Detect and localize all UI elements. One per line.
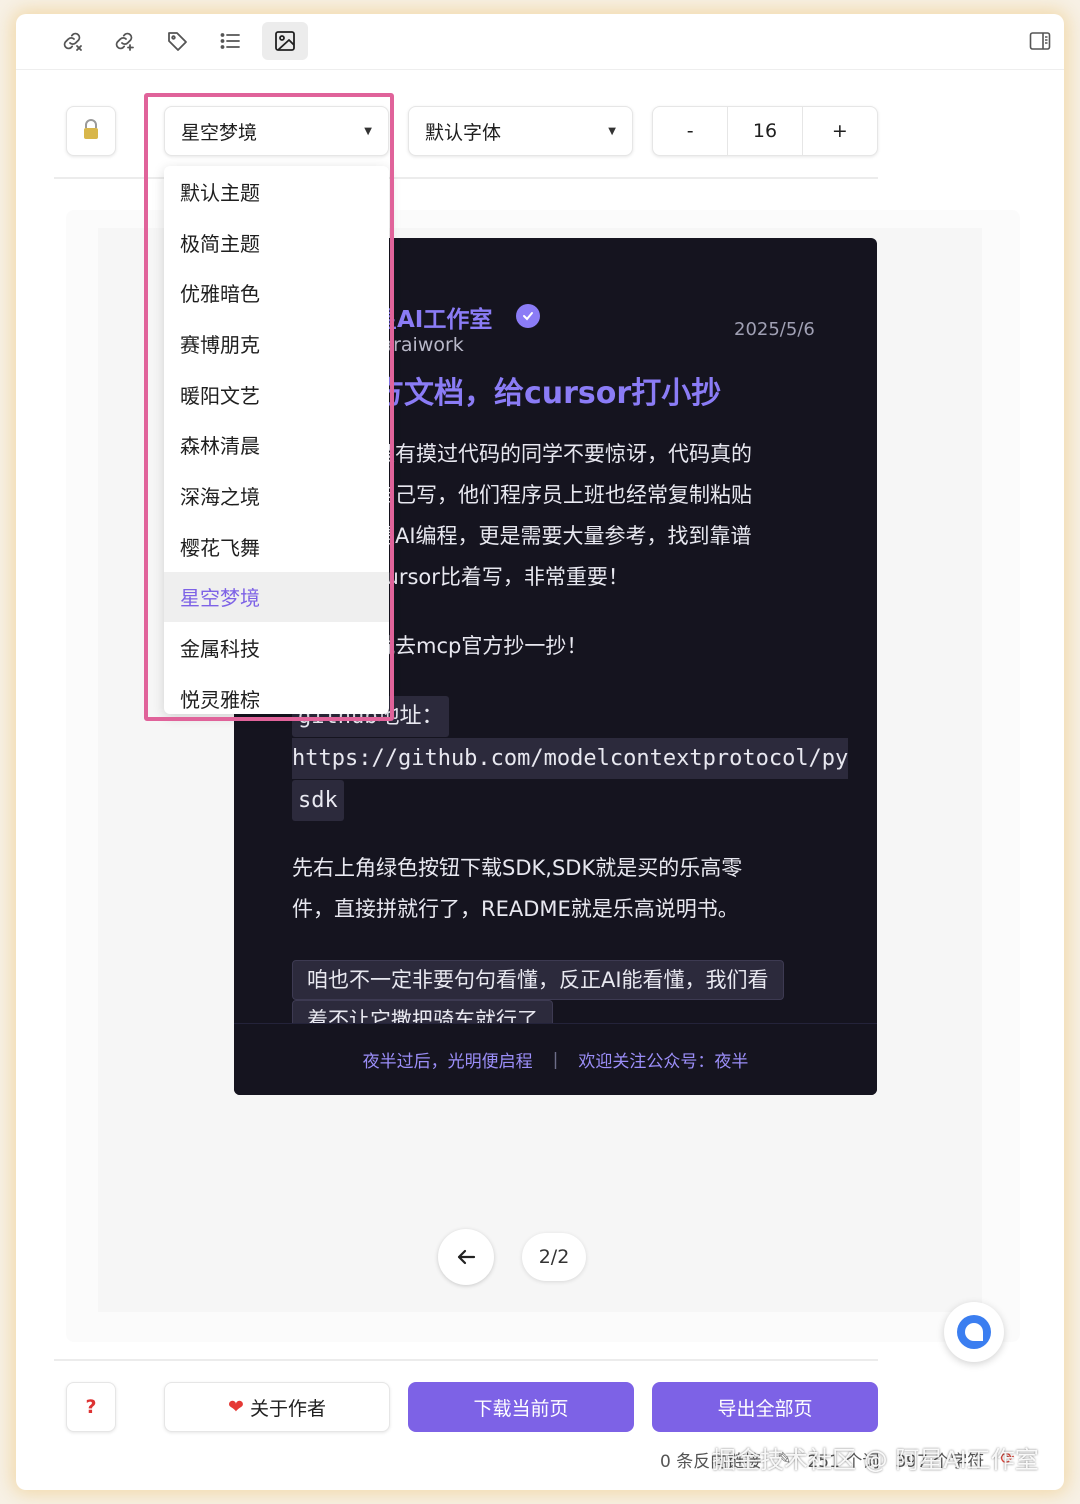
about-author-button[interactable]: ❤ 关于作者 xyxy=(164,1382,390,1432)
theme-option[interactable]: 默认主题 xyxy=(164,166,389,217)
theme-option[interactable]: 悦灵雅棕 xyxy=(164,673,389,714)
theme-option[interactable]: 赛博朋克 xyxy=(164,318,389,369)
card-footer: 夜半过后，光明便启程 | 欢迎关注公众号：夜半 xyxy=(234,1023,877,1095)
theme-option[interactable]: 金属科技 xyxy=(164,622,389,673)
font-select-value: 默认字体 xyxy=(425,121,502,144)
theme-option[interactable]: 优雅暗色 xyxy=(164,267,389,318)
chevron-down-icon: ▼ xyxy=(364,125,372,137)
download-current-page-button[interactable]: 下载当前页 xyxy=(408,1382,634,1432)
font-size-stepper: - 16 + xyxy=(652,106,878,156)
list-icon[interactable] xyxy=(210,22,250,60)
chat-bubble-icon xyxy=(957,1315,991,1349)
unlink-icon[interactable] xyxy=(104,22,144,60)
app-window: 星空梦境 ▼ 默认字体 ▼ - 16 + 星AI工作室 taraiwork 20… xyxy=(16,14,1064,1490)
chevron-down-icon: ▼ xyxy=(608,125,616,137)
theme-option[interactable]: 深海之境 xyxy=(164,470,389,521)
card-paragraph-line: 没有摸过代码的同学不要惊讶，代码真的 xyxy=(374,442,752,466)
arrow-left-icon xyxy=(457,1249,476,1265)
card-title: 方文档，给cursor打小抄 xyxy=(374,376,722,411)
card-footer-separator: | xyxy=(552,1049,559,1070)
card-footer-left: 夜半过后，光明便启程 xyxy=(362,1052,533,1072)
font-size-value[interactable]: 16 xyxy=(728,107,801,155)
theme-option[interactable]: 暖阳文艺 xyxy=(164,369,389,420)
about-author-label: 关于作者 xyxy=(249,1397,326,1420)
card-paragraph-line: 先右上角绿色按钮下载SDK,SDK就是买的乐高零 xyxy=(292,856,743,880)
top-toolbar xyxy=(16,14,1064,70)
link-icon[interactable] xyxy=(52,22,92,60)
export-all-pages-button[interactable]: 导出全部页 xyxy=(652,1382,878,1432)
code-link: https://github.com/modelcontextprotocol/… xyxy=(292,738,849,779)
card-footer-right: 欢迎关注公众号：夜半 xyxy=(578,1052,749,1072)
heart-icon: ❤ xyxy=(228,1396,244,1418)
theme-dropdown-menu: 默认主题 极简主题 优雅暗色 赛博朋克 暖阳文艺 森林清晨 深海之境 樱花飞舞 … xyxy=(164,166,389,714)
page-indicator: 2/2 xyxy=(522,1233,586,1281)
verified-icon xyxy=(516,304,540,328)
code-inline: sdk xyxy=(292,780,344,821)
theme-option-selected[interactable]: 星空梦境 xyxy=(164,571,389,623)
tag-icon[interactable] xyxy=(158,22,198,60)
prev-page-button[interactable] xyxy=(438,1229,494,1285)
card-paragraph-line: 就去mcp官方抄一抄！ xyxy=(374,634,588,658)
card-paragraph-line: 是AI编程，更是需要大量参考，找到靠谱 xyxy=(374,524,752,548)
theme-option[interactable]: 樱花飞舞 xyxy=(164,521,389,572)
lock-button[interactable] xyxy=(66,106,116,156)
increase-button[interactable]: + xyxy=(801,107,877,155)
card-quote-line: 咱也不一定非要句句看懂，反正AI能看懂，我们看 xyxy=(292,960,784,1000)
lock-icon xyxy=(81,118,101,145)
card-author: 星AI工作室 xyxy=(374,307,493,333)
card-date: 2025/5/6 xyxy=(734,319,815,340)
watermark-text: 掘金技术社区 @ 阿星AI工作室 xyxy=(712,1446,1039,1474)
chat-float-button[interactable] xyxy=(944,1302,1004,1362)
theme-option[interactable]: 极简主题 xyxy=(164,217,389,268)
font-select[interactable]: 默认字体 ▼ xyxy=(408,106,633,156)
theme-option[interactable]: 森林清晨 xyxy=(164,419,389,470)
card-paragraph-line: 自己写，他们程序员上班也经常复制粘贴 xyxy=(374,483,752,507)
card-paragraph-line: cursor比着写，非常重要！ xyxy=(374,565,629,589)
card-paragraph-line: 件，直接拼就行了，README就是乐高说明书。 xyxy=(292,897,739,921)
sidebar-toggle-icon[interactable] xyxy=(1020,22,1060,60)
decrease-button[interactable]: - xyxy=(653,107,729,155)
help-button[interactable]: ? xyxy=(66,1382,116,1432)
theme-select-value: 星空梦境 xyxy=(181,121,258,144)
divider xyxy=(54,1359,878,1361)
theme-select[interactable]: 星空梦境 ▼ xyxy=(164,106,389,156)
image-icon[interactable] xyxy=(262,22,308,60)
